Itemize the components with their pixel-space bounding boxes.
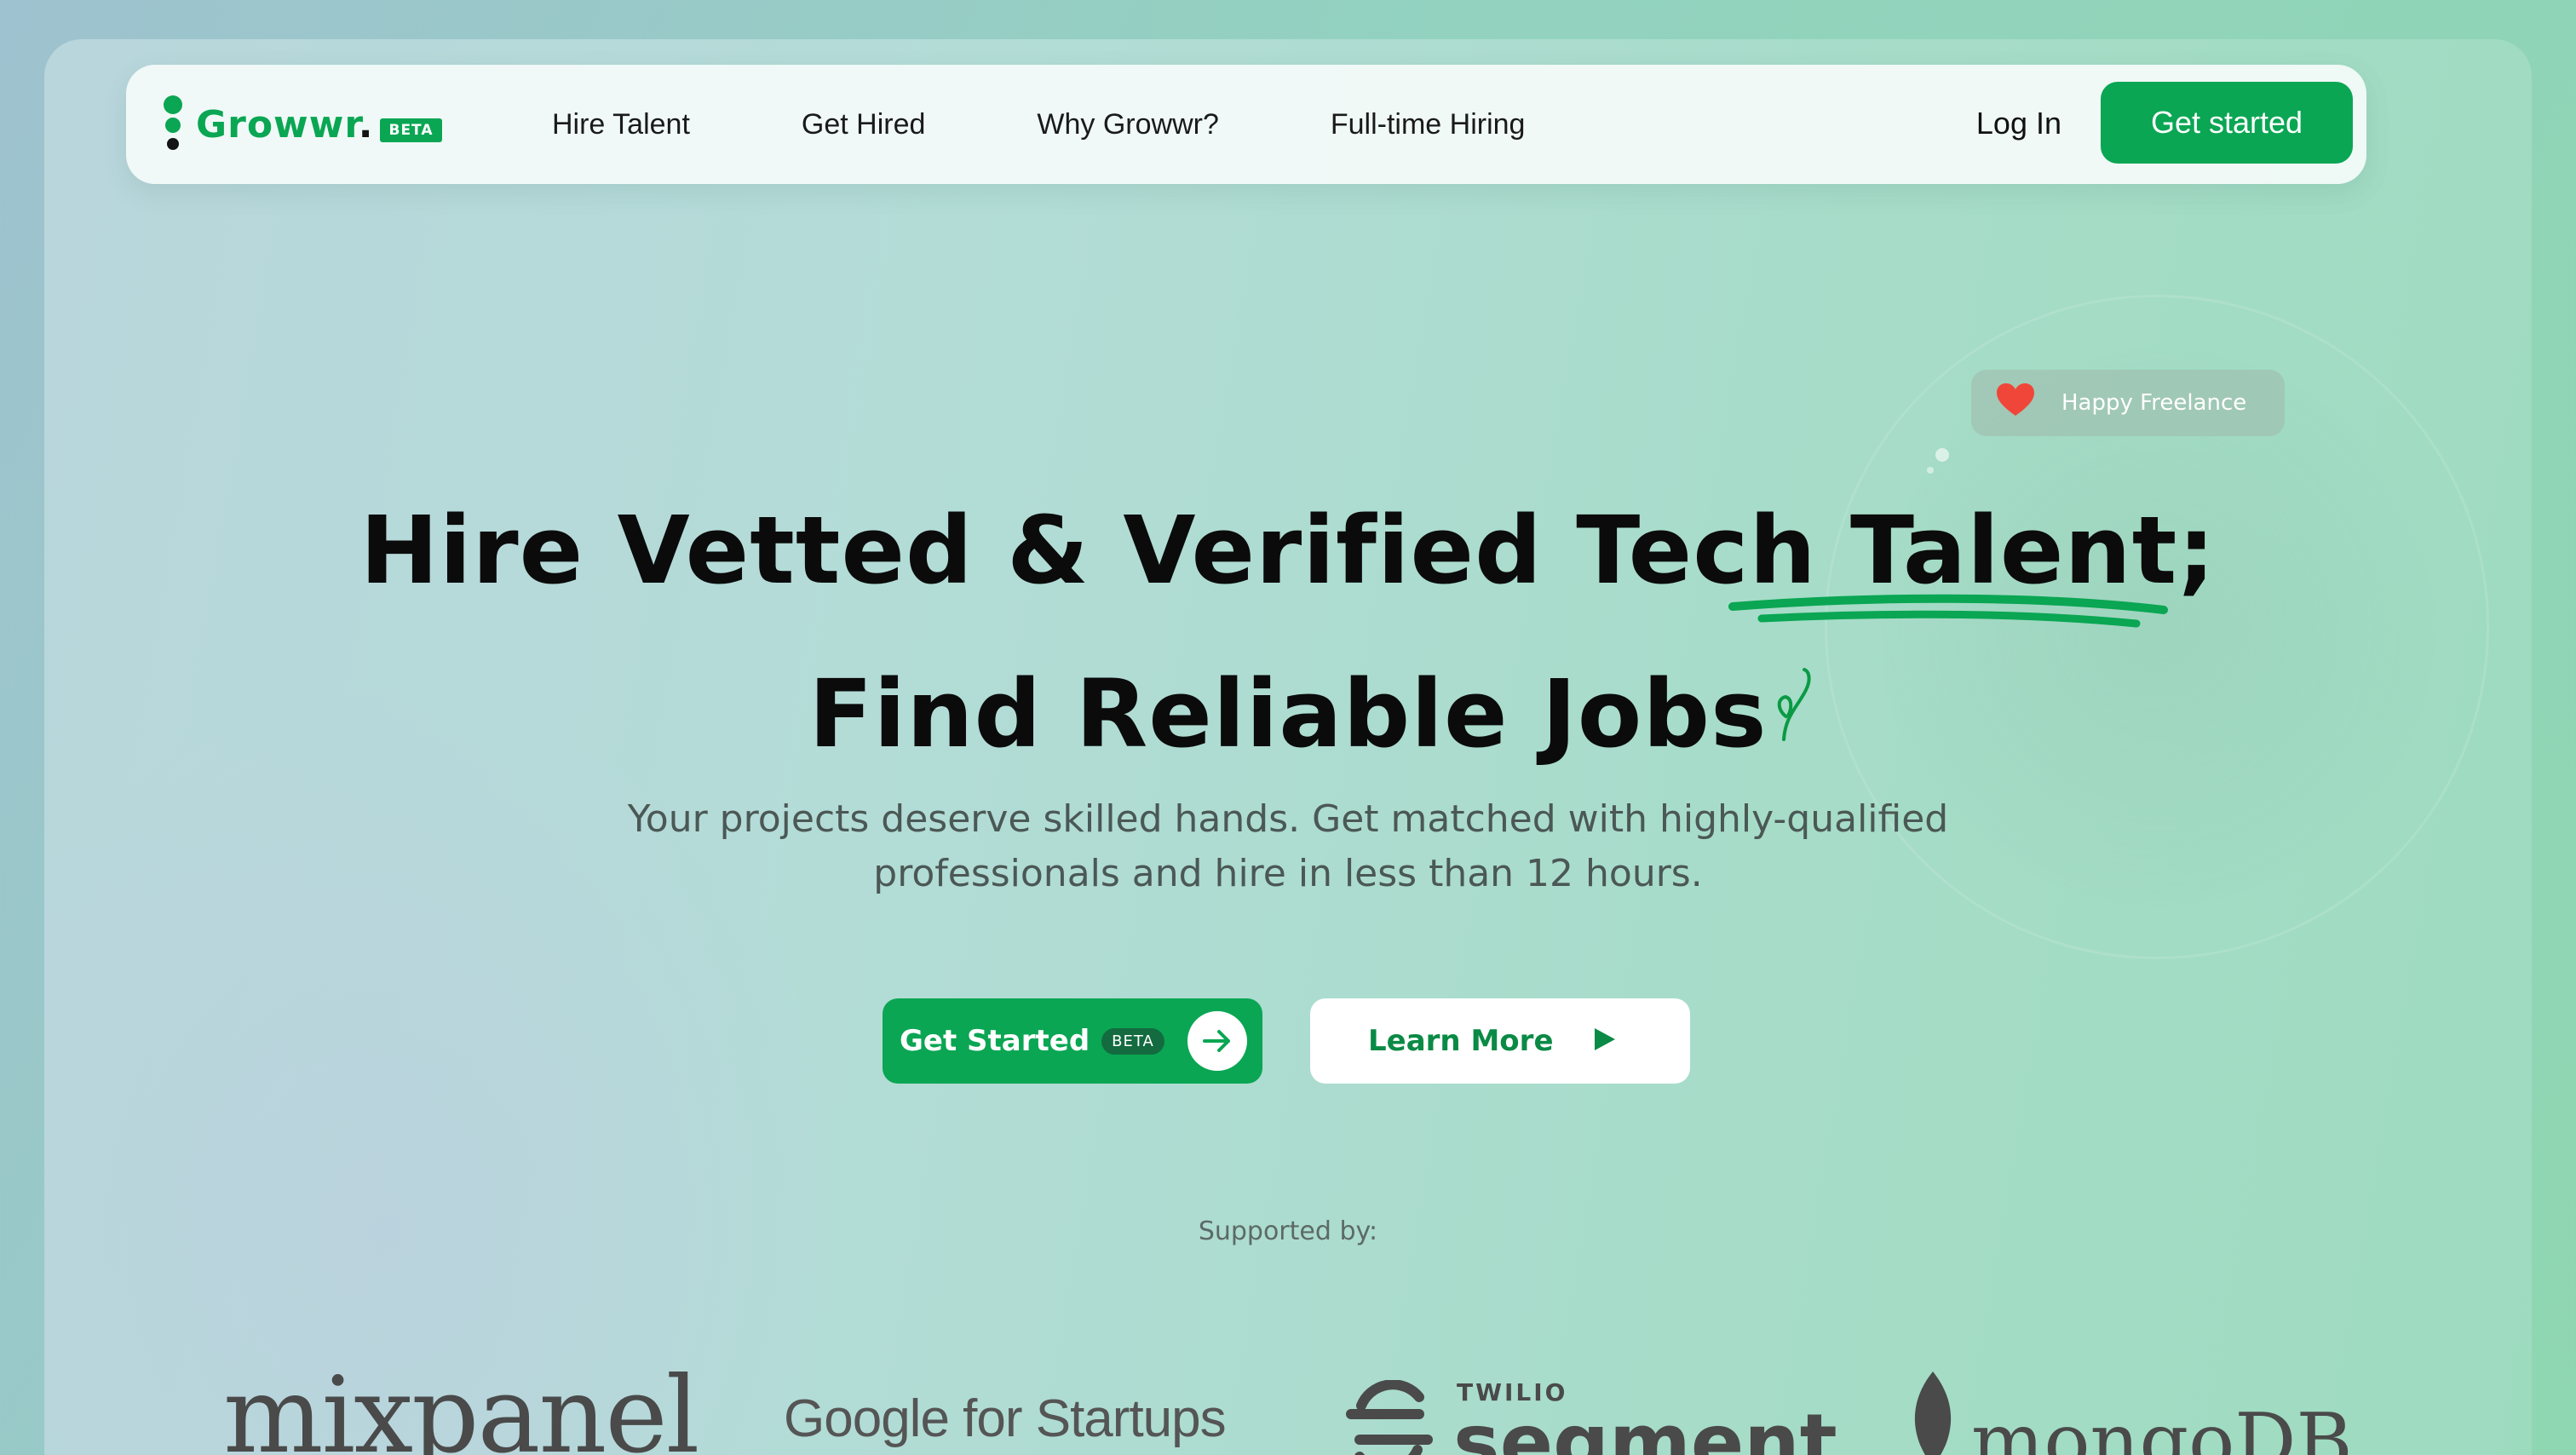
supported-by-heading: Supported by: [1198,1216,1378,1246]
nav-get-hired[interactable]: Get Hired [802,108,926,141]
hero-title-line2: Find Reliable Jobs [808,659,1768,768]
brand-name: Growwr. [196,102,374,147]
top-navbar: Growwr. BETA Hire Talent Get Hired Why G… [126,65,2366,184]
mongodb-label: mongoDB [1971,1397,2353,1455]
get-started-nav-button[interactable]: Get started [2101,82,2353,164]
sprout-icon [1777,668,1811,741]
hero-subtitle: Your projects deserve skilled hands. Get… [627,797,1949,895]
hero-title-line1: Hire Vetted & Verified Tech Talent; [359,496,2217,605]
underline-scribble-icon [1728,594,2168,628]
nav-links: Hire Talent Get Hired Why Growwr? Full-t… [552,65,1636,184]
arrow-right-icon [1187,1011,1247,1071]
mongodb-leaf-icon [1914,1372,1952,1455]
supporter-logos: mixpanel Google for Startups TWILIO segm… [0,1354,2576,1455]
segment-label: segment [1453,1397,1837,1455]
login-link[interactable]: Log In [1976,106,2061,141]
twilio-segment-logo: TWILIO segment [1343,1378,1837,1455]
mongodb-logo: mongoDB [1903,1368,2353,1455]
beta-tag: BETA [1101,1027,1164,1055]
learn-more-button[interactable]: Learn More [1310,998,1690,1084]
google-for-startups-logo: Google for Startups [784,1389,1227,1448]
brand-logo[interactable]: Growwr. BETA [160,90,442,158]
nav-why-growwr[interactable]: Why Growwr? [1037,108,1218,141]
segment-mark-icon [1346,1379,1433,1455]
nav-hire-talent[interactable]: Hire Talent [552,108,690,141]
badge-text: Happy Freelance [2061,390,2247,416]
logo-mark-icon [160,90,186,158]
play-icon [1593,1027,1617,1055]
bubble-decoration [1935,448,1949,462]
mixpanel-logo: mixpanel [223,1354,699,1455]
happy-freelance-badge: Happy Freelance [1971,370,2285,436]
get-started-button[interactable]: Get Started BETA [883,998,1262,1084]
bubble-decoration [1927,467,1934,474]
heart-icon [1995,382,2036,424]
nav-full-time-hiring[interactable]: Full-time Hiring [1331,108,1526,141]
learn-more-label: Learn More [1368,1024,1554,1058]
beta-tag: BETA [380,118,442,142]
get-started-label: Get Started [900,1024,1090,1058]
